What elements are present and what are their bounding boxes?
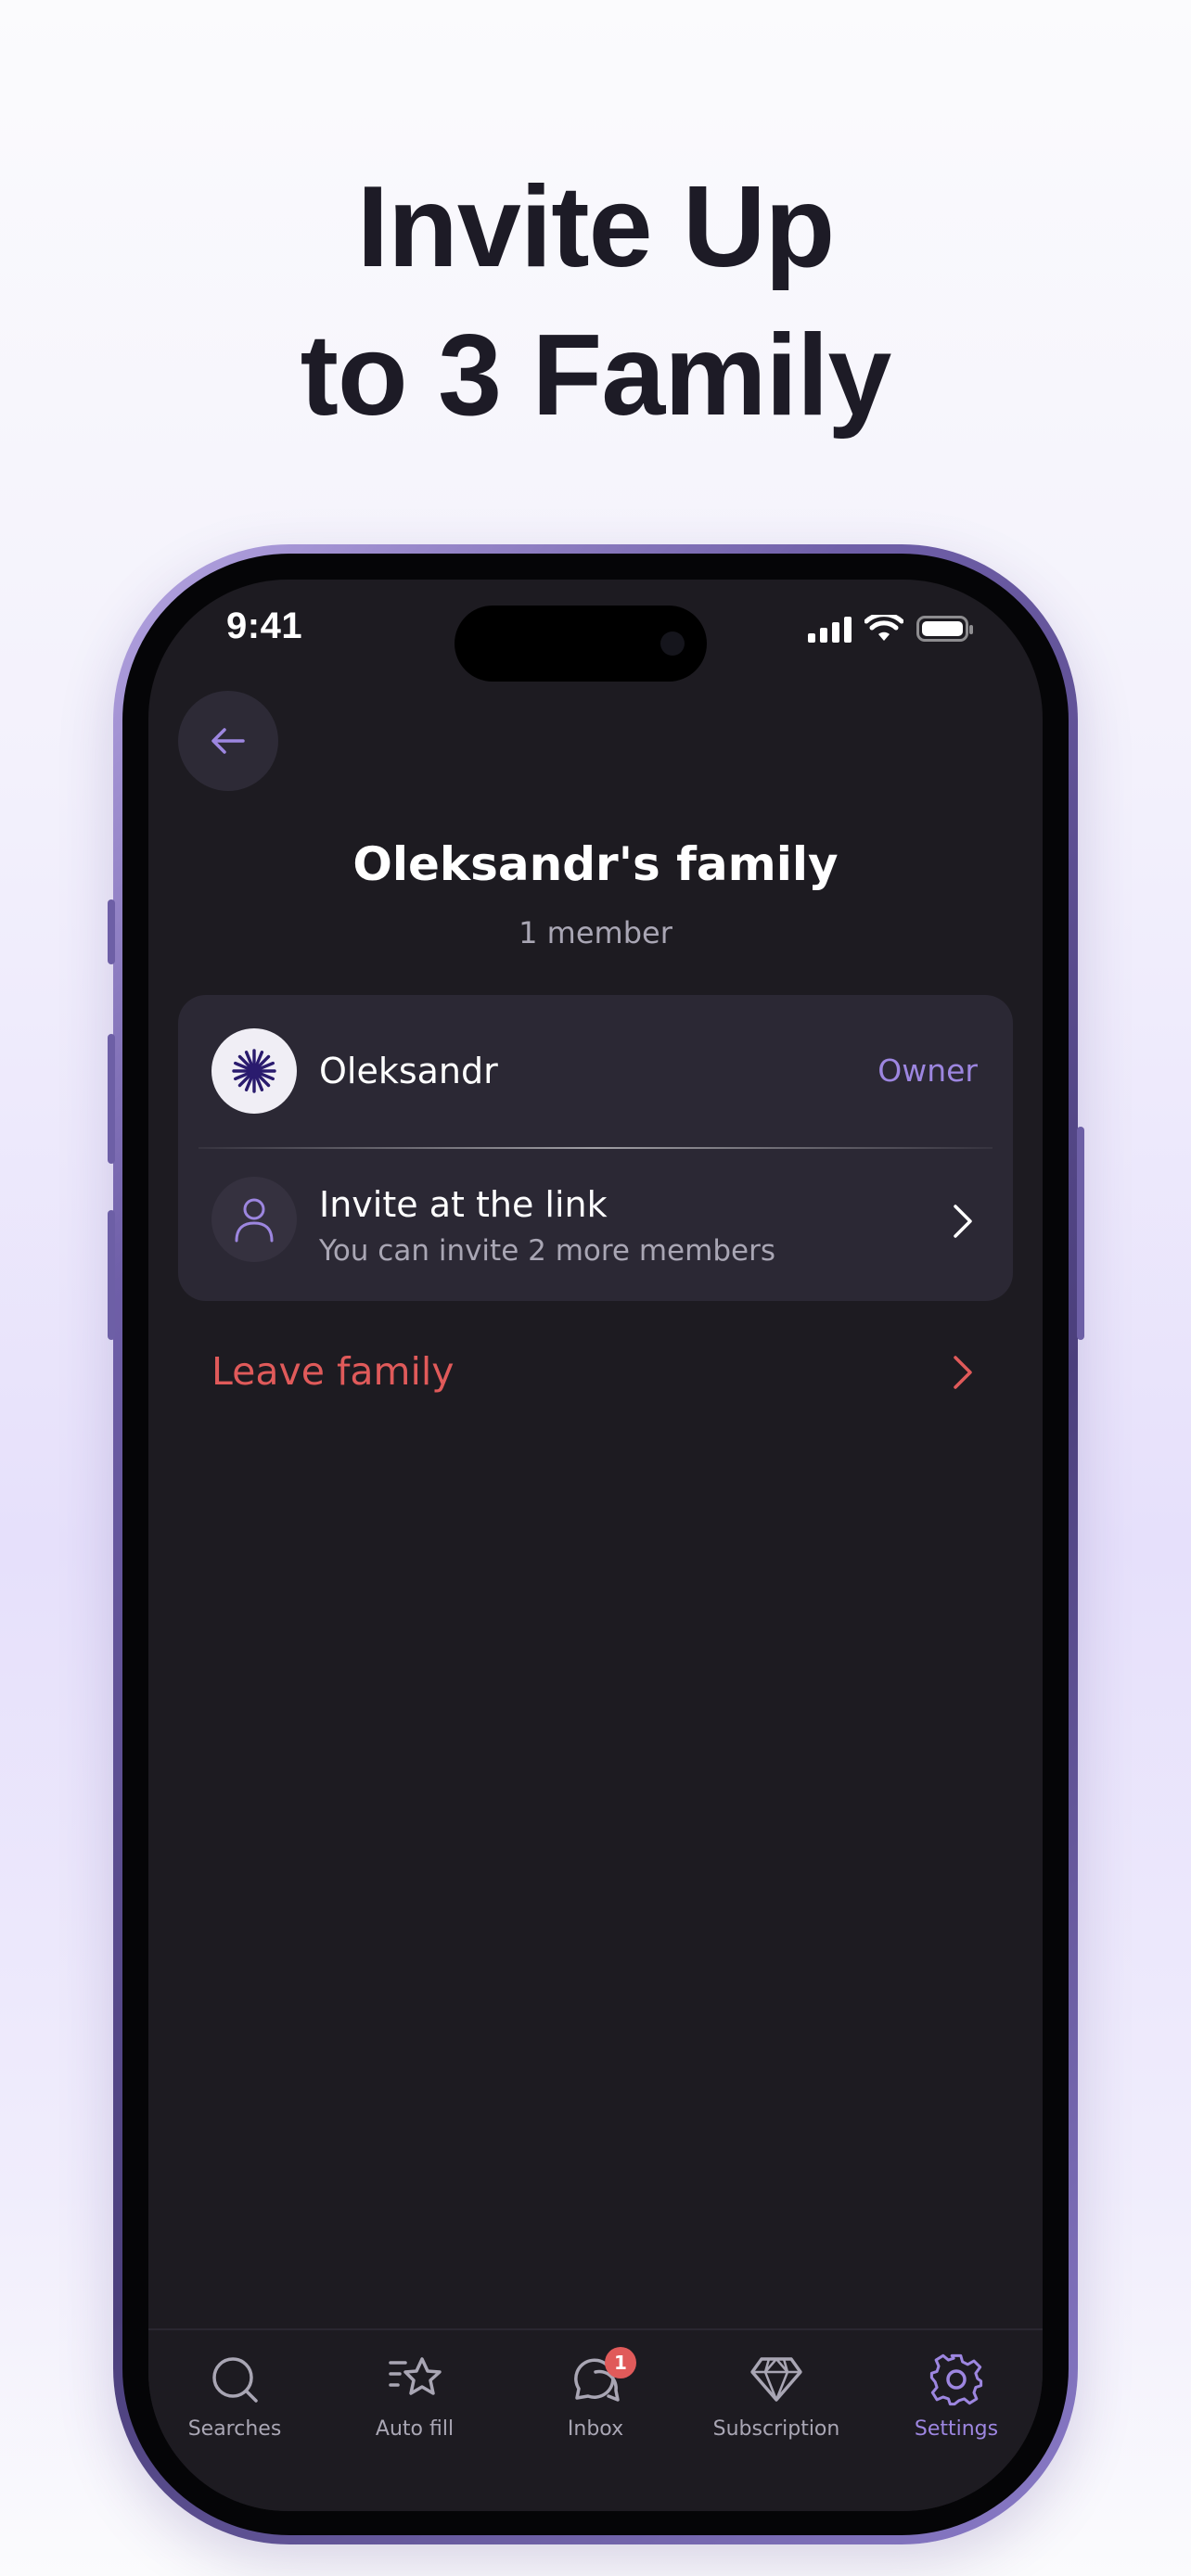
invite-subtitle: You can invite 2 more members	[319, 1234, 775, 1268]
user-icon	[235, 1198, 274, 1243]
status-icons	[808, 615, 973, 643]
battery-icon	[916, 616, 973, 642]
camera-icon	[660, 631, 685, 656]
arrow-left-icon	[211, 728, 245, 754]
notification-badge: 1	[605, 2347, 636, 2378]
volume-down-button	[108, 1210, 115, 1340]
avatar	[211, 1028, 297, 1114]
invite-link-row[interactable]: Invite at the link You can invite 2 more…	[178, 1149, 1013, 1301]
member-role-badge: Owner	[877, 1052, 978, 1089]
tab-label: Auto fill	[375, 2417, 455, 2441]
wifi-icon	[864, 615, 903, 641]
tab-label: Searches	[187, 2417, 282, 2441]
chevron-right-icon	[954, 1356, 972, 1389]
headline-line-1: Invite Up	[356, 163, 836, 291]
invite-avatar	[211, 1177, 297, 1262]
gear-icon	[929, 2353, 983, 2406]
phone-screen: 9:41 Oleksandr's family 1 member Oleksan…	[148, 580, 1043, 2511]
member-name: Oleksandr	[319, 1051, 498, 1091]
marketing-headline: Invite Up to 3 Family	[0, 153, 1191, 450]
page-title: Oleksandr's family	[352, 837, 839, 891]
member-row: Oleksandr Owner	[178, 995, 1013, 1147]
tab-searches[interactable]: Searches	[148, 2351, 323, 2441]
headline-line-2: to 3 Family	[300, 312, 892, 440]
diamond-icon	[750, 2357, 802, 2402]
search-icon	[212, 2357, 258, 2403]
power-button	[1077, 1127, 1084, 1340]
tab-auto-fill[interactable]: Auto fill	[327, 2351, 503, 2441]
tab-settings[interactable]: Settings	[868, 2351, 1043, 2441]
mute-switch	[108, 899, 115, 964]
signal-icon	[808, 615, 852, 643]
status-time: 9:41	[226, 606, 303, 646]
tab-inbox[interactable]: 1 Inbox	[507, 2347, 684, 2441]
star-icon	[389, 2357, 442, 2395]
member-count: 1 member	[519, 915, 672, 950]
leave-family-button[interactable]: Leave family	[211, 1349, 455, 1394]
family-members-card: Oleksandr Owner Invite at the link You c…	[178, 995, 1013, 1301]
volume-up-button	[108, 1034, 115, 1164]
tab-subscription[interactable]: Subscription	[688, 2351, 864, 2441]
chevron-right-icon	[954, 1205, 972, 1238]
tab-label: Subscription	[712, 2417, 840, 2441]
tab-label: Settings	[914, 2417, 999, 2441]
tab-label: Inbox	[567, 2417, 624, 2441]
back-button[interactable]	[178, 691, 278, 791]
dynamic-island	[455, 606, 707, 682]
sunburst-icon	[232, 1049, 276, 1093]
tab-bar: Searches Auto fill 1 Inbox Subscription …	[148, 2328, 1043, 2511]
invite-title: Invite at the link	[319, 1184, 608, 1225]
